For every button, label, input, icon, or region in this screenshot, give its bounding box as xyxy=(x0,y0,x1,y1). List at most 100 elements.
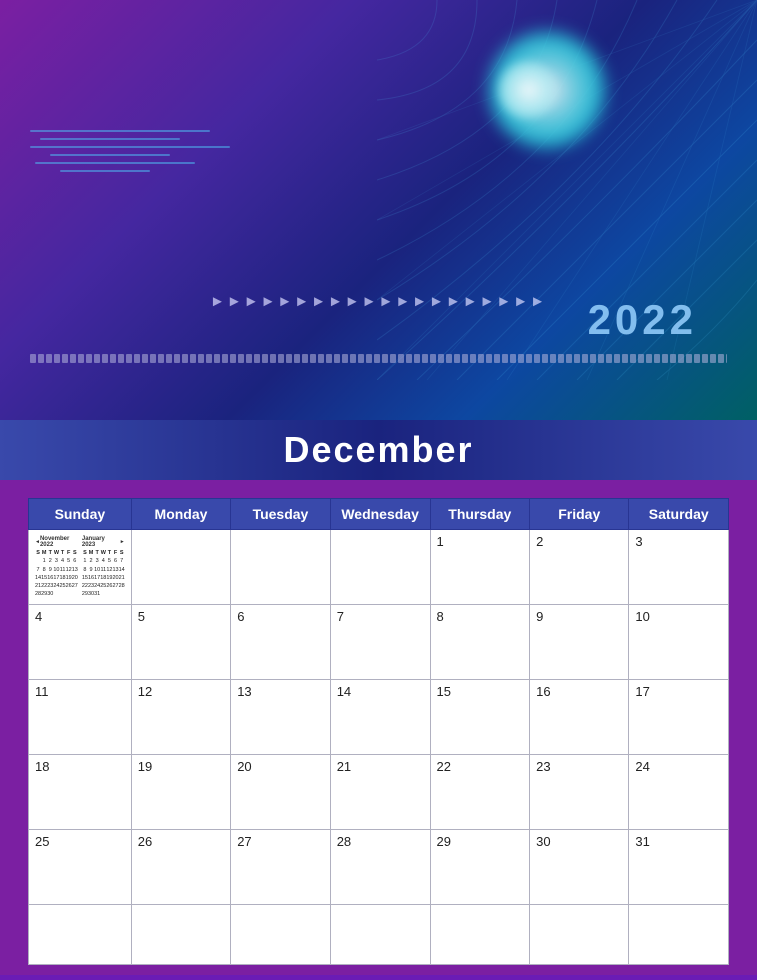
calendar-day-cell: 9 xyxy=(530,605,629,680)
day-number: 21 xyxy=(337,759,351,774)
mini-cal-date xyxy=(119,590,125,598)
day-number: 27 xyxy=(237,834,251,849)
mini-cal-date: 14 xyxy=(119,566,125,574)
calendar-day-cell: 27 xyxy=(231,830,331,905)
mini-cal-day-header: S xyxy=(72,549,78,557)
page-wrapper: ►►►►►►►►►►►►►►►►►►►► // We'll generate d… xyxy=(0,0,757,980)
calendar-area: Sunday Monday Tuesday Wednesday Thursday… xyxy=(0,480,757,975)
day-number: 5 xyxy=(138,609,145,624)
calendar-day-cell: 20 xyxy=(231,755,331,830)
day-number: 16 xyxy=(536,684,550,699)
mini-cal-date: 13 xyxy=(72,566,78,574)
mini-cal-next-arrow[interactable]: ► xyxy=(120,539,125,545)
calendar-week-row: 25 26 27 28 29 30 31 xyxy=(29,830,729,905)
day-number: 10 xyxy=(635,609,649,624)
calendar-day-cell: 6 xyxy=(231,605,331,680)
day-number: 4 xyxy=(35,609,42,624)
calendar-day-cell: 15 xyxy=(430,680,530,755)
mini-calendar: ◄November 2022SMTWTFS1234567891011121314… xyxy=(35,536,78,599)
mini-cal-date: 28 xyxy=(119,582,125,590)
calendar-day-cell xyxy=(29,905,132,965)
month-title: December xyxy=(283,429,473,471)
mini-cal-day-header: S xyxy=(119,549,125,557)
mini-cal-date xyxy=(66,590,72,598)
calendar-day-cell: 5 xyxy=(131,605,230,680)
glow-orb-secondary xyxy=(497,60,557,120)
calendar-week-row: ◄November 2022SMTWTFS1234567891011121314… xyxy=(29,530,729,605)
day-number: 6 xyxy=(237,609,244,624)
calendar-day-cell: 23 xyxy=(530,755,629,830)
day-number: 23 xyxy=(536,759,550,774)
calendar-day-cell: 13 xyxy=(231,680,331,755)
day-number: 20 xyxy=(237,759,251,774)
mini-cal-date: 7 xyxy=(119,557,125,565)
day-number: 26 xyxy=(138,834,152,849)
calendar-day-cell: 19 xyxy=(131,755,230,830)
calendar-day-cell: ◄November 2022SMTWTFS1234567891011121314… xyxy=(29,530,132,605)
col-monday: Monday xyxy=(131,499,230,530)
day-number: 8 xyxy=(437,609,444,624)
day-number: 18 xyxy=(35,759,49,774)
col-sunday: Sunday xyxy=(29,499,132,530)
day-number: 1 xyxy=(437,534,444,549)
mini-cal-title: November 2022 xyxy=(40,536,78,548)
calendar-day-cell: 21 xyxy=(330,755,430,830)
calendar-day-cell xyxy=(530,905,629,965)
year-label: 2022 xyxy=(588,296,697,344)
calendar-week-row: 18192021222324 xyxy=(29,755,729,830)
calendar-day-cell: 12 xyxy=(131,680,230,755)
day-number: 31 xyxy=(635,834,649,849)
blue-lines-decoration xyxy=(30,130,230,178)
chevrons-decoration: ►►►►►►►►►►►►►►►►►►►► xyxy=(210,293,547,310)
calendar-day-cell: 25 xyxy=(29,830,132,905)
calendar-day-cell: 18 xyxy=(29,755,132,830)
col-tuesday: Tuesday xyxy=(231,499,331,530)
calendar-day-cell: 28 xyxy=(330,830,430,905)
calendar-table: Sunday Monday Tuesday Wednesday Thursday… xyxy=(28,498,729,965)
day-number: 29 xyxy=(437,834,451,849)
day-number: 24 xyxy=(635,759,649,774)
day-number: 2 xyxy=(536,534,543,549)
dashes-bar: // We'll generate dashes inline after re… xyxy=(30,351,727,365)
calendar-day-cell: 31 xyxy=(629,830,729,905)
day-number: 12 xyxy=(138,684,152,699)
calendar-day-cell: 16 xyxy=(530,680,629,755)
calendar-week-row xyxy=(29,905,729,965)
col-saturday: Saturday xyxy=(629,499,729,530)
calendar-week-row: 4 5 6 78 9 10 xyxy=(29,605,729,680)
day-number: 13 xyxy=(237,684,251,699)
calendar-day-cell xyxy=(231,905,331,965)
calendar-day-cell: 17 xyxy=(629,680,729,755)
calendar-day-cell: 7 xyxy=(330,605,430,680)
day-number: 15 xyxy=(437,684,451,699)
col-thursday: Thursday xyxy=(430,499,530,530)
mini-cal-date: 27 xyxy=(72,582,78,590)
calendar-header-row: Sunday Monday Tuesday Wednesday Thursday… xyxy=(29,499,729,530)
day-number: 9 xyxy=(536,609,543,624)
day-number: 11 xyxy=(35,684,49,699)
calendar-day-cell xyxy=(131,905,230,965)
mini-cal-date: 6 xyxy=(72,557,78,565)
calendar-day-cell: 26 xyxy=(131,830,230,905)
calendar-day-cell: 14 xyxy=(330,680,430,755)
calendar-day-cell: 29 xyxy=(430,830,530,905)
mini-calendar: January 2023►SMTWTFS12345678910111213141… xyxy=(82,536,125,599)
mini-cal-date: 20 xyxy=(72,574,78,582)
calendar-day-cell xyxy=(430,905,530,965)
mini-cal-date: 21 xyxy=(119,574,125,582)
calendar-day-cell xyxy=(330,530,430,605)
calendar-week-row: 11 12 13 14 15 16 17 xyxy=(29,680,729,755)
month-strip: December xyxy=(0,420,757,480)
day-number: 25 xyxy=(35,834,49,849)
day-number: 3 xyxy=(635,534,642,549)
day-number: 19 xyxy=(138,759,152,774)
calendar-day-cell: 3 xyxy=(629,530,729,605)
calendar-day-cell xyxy=(131,530,230,605)
mini-calendars: ◄November 2022SMTWTFS1234567891011121314… xyxy=(35,536,125,599)
day-number: 14 xyxy=(337,684,351,699)
mini-cal-title: January 2023 xyxy=(82,536,120,548)
calendar-day-cell xyxy=(330,905,430,965)
col-friday: Friday xyxy=(530,499,629,530)
day-number: 28 xyxy=(337,834,351,849)
calendar-day-cell: 30 xyxy=(530,830,629,905)
